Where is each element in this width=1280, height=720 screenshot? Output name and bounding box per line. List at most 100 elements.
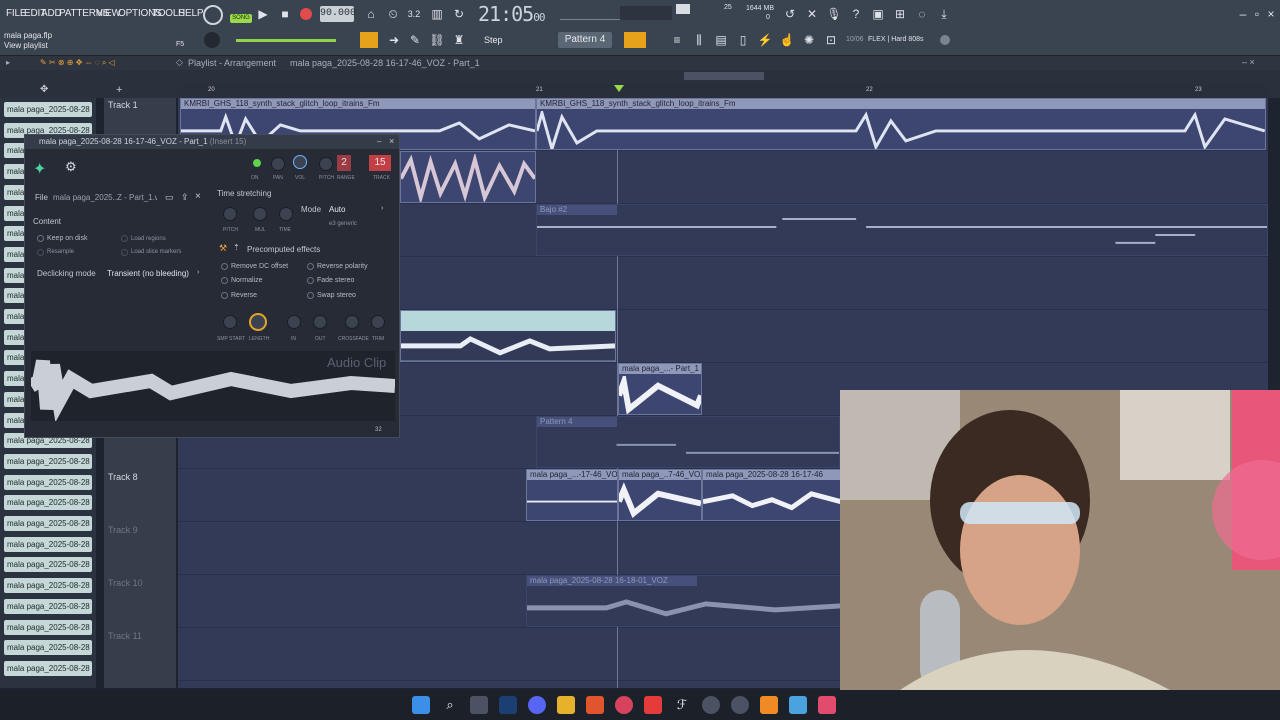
tool-icons[interactable]: ✎ ✂ ⊗ ⊕ ✥ ⇔ ◌ ⌕ ◁ — [40, 58, 115, 68]
master-volume-slider[interactable] — [236, 39, 336, 42]
playlist-nav-icon[interactable]: ◇ — [176, 57, 183, 68]
clip-voz-a[interactable]: mala paga_...-17-46_VOZ — [526, 469, 618, 521]
link-icon[interactable]: ⛓ — [428, 31, 446, 49]
tf-icon[interactable]: ℱ — [673, 696, 691, 714]
browser-item[interactable]: mala paga_2025-08-28 — [4, 619, 92, 635]
playlist-close-icons[interactable]: – × — [1242, 57, 1255, 67]
on-led[interactable] — [253, 159, 261, 167]
browser-item[interactable]: mala paga_2025-08-28 — [4, 516, 92, 531]
playlist-scrollbar[interactable] — [684, 72, 764, 80]
notes-icon[interactable] — [789, 696, 807, 714]
stamp-icon[interactable]: ♜ — [450, 31, 468, 49]
add-track-icon[interactable]: + — [116, 84, 122, 96]
track-8-label[interactable]: Track 8 — [108, 472, 138, 482]
swap-stereo-radio[interactable] — [307, 292, 314, 299]
file-close-icon[interactable]: × — [195, 191, 201, 202]
metronome-icon[interactable]: ⌂ — [362, 5, 380, 23]
mode-arrow-icon[interactable]: › — [381, 205, 383, 212]
pat-song-toggle[interactable] — [203, 5, 223, 25]
browser-item[interactable]: mala paga_2025-08-28 — [4, 578, 92, 594]
playlist-snap-icon[interactable]: ✥ — [40, 84, 48, 95]
refresh-icon[interactable]: ↺ — [781, 5, 799, 23]
app-icon[interactable] — [615, 696, 633, 714]
piano-roll-icon[interactable] — [360, 32, 378, 48]
tempo-tap-icon[interactable]: ✺ — [800, 31, 818, 49]
file-name[interactable]: mala paga_2025..Z - Part_1.wav — [53, 193, 157, 202]
wrench-icon[interactable]: ⚙ — [65, 159, 77, 175]
tempo-display[interactable]: 90.000 — [320, 6, 356, 22]
save-icon[interactable]: ▣ — [869, 5, 887, 23]
wait-input-icon[interactable]: ⏲ — [384, 5, 402, 23]
loop-record-icon[interactable]: ↻ — [450, 5, 468, 23]
pan-knob[interactable] — [271, 157, 285, 171]
play-icon[interactable]: ▶ — [254, 5, 272, 23]
clip-synth-b[interactable]: KMRBI_GHS_118_synth_stack_glitch_loop_it… — [536, 98, 1266, 150]
track-11-label[interactable]: Track 11 — [108, 631, 142, 641]
obs-icon[interactable] — [818, 696, 836, 714]
reverse-polarity-radio[interactable] — [307, 263, 314, 270]
browser-item[interactable]: mala paga_2025-08-28 — [4, 640, 92, 656]
track-10-label[interactable]: Track 10 — [108, 578, 143, 588]
browser-icon[interactable]: ▯ — [734, 31, 752, 49]
touch-icon[interactable]: ☝ — [778, 31, 796, 49]
song-mode-label[interactable]: SONG — [230, 14, 252, 23]
fade-stereo-radio[interactable] — [307, 277, 314, 284]
media-icon[interactable] — [644, 696, 662, 714]
chat-icon[interactable]: ◌ — [913, 5, 931, 23]
download-icon[interactable]: ⤓ — [935, 5, 953, 23]
normalize-radio[interactable] — [221, 277, 228, 284]
start-icon[interactable] — [412, 696, 430, 714]
browser-item[interactable]: mala paga_2025-08-28 — [4, 495, 92, 511]
browser-item[interactable]: mala paga_2025-08-28 — [4, 474, 92, 490]
menu-help[interactable]: HELP — [178, 8, 204, 19]
load-slice-markers-radio[interactable] — [121, 249, 128, 256]
declicking-arrow-icon[interactable]: › — [197, 269, 199, 276]
settings-icon[interactable] — [940, 35, 950, 45]
cart-icon[interactable]: ⊡ — [822, 31, 840, 49]
playlist-menu-icon[interactable]: ▸ — [6, 58, 10, 67]
browser-item[interactable]: mala paga_2025-08-28 — [4, 536, 92, 552]
brave-icon[interactable] — [586, 696, 604, 714]
clip-bajo[interactable]: Bajo #2 — [536, 204, 1268, 256]
clip-part1[interactable]: mala paga_...- Part_1 — [618, 363, 702, 415]
close-icon[interactable]: × — [1262, 5, 1280, 23]
gamepad-icon[interactable] — [702, 696, 720, 714]
microphone-icon[interactable]: 🎙 — [825, 5, 843, 23]
arrow-right-icon[interactable]: ➜ — [385, 31, 403, 49]
reverse-radio[interactable] — [221, 292, 228, 299]
resample-radio[interactable] — [37, 249, 44, 256]
share-icon[interactable]: ⇪ — [181, 192, 189, 203]
track-1-label[interactable]: Track 1 — [108, 100, 138, 110]
xbox-icon[interactable] — [731, 696, 749, 714]
plugin-picker-icon[interactable] — [624, 32, 646, 48]
record-icon[interactable] — [300, 8, 312, 20]
fl-studio-icon[interactable] — [760, 696, 778, 714]
plugin-name[interactable]: FLEX | Hard 808s — [868, 36, 924, 43]
clip-voz-d[interactable]: mala paga_2025-08-28 16-18-01_VOZ — [526, 575, 842, 627]
steam-icon[interactable] — [499, 696, 517, 714]
declicking-select[interactable]: Transient (no bleeding) — [107, 269, 189, 278]
mixer-icon[interactable]: ✕ — [803, 5, 821, 23]
crossfade-knob[interactable] — [345, 315, 359, 329]
clip-vocal-chops[interactable] — [400, 151, 536, 203]
clip-pattern4[interactable]: Pattern 4 — [536, 416, 840, 468]
browser-item[interactable]: mala paga_2025-08-28 — [4, 453, 92, 469]
mode-select[interactable]: Auto — [329, 205, 345, 214]
ts-pitch-knob[interactable] — [223, 207, 237, 221]
draw-tool-icon[interactable]: ✎ — [406, 31, 424, 49]
search-icon[interactable]: ⌕ — [441, 696, 459, 714]
trim-knob[interactable] — [371, 315, 385, 329]
ts-mul-knob[interactable] — [253, 207, 267, 221]
vol-knob[interactable] — [293, 155, 307, 169]
mixer-view-icon[interactable]: ⫼ — [690, 31, 708, 49]
plug-icon[interactable]: ⚡ — [756, 31, 774, 49]
stop-icon[interactable]: ■ — [276, 5, 294, 23]
sample-preview[interactable]: Audio Clip 32 — [27, 351, 396, 433]
snap-selector[interactable]: Step — [484, 33, 530, 47]
in-knob[interactable] — [287, 315, 301, 329]
browser-item[interactable]: mala paga_2025-08-28 — [4, 598, 92, 614]
cs-minimize-icon[interactable]: – — [377, 137, 381, 146]
song-position-display[interactable]: 21:0500 — [478, 2, 552, 28]
master-pitch-slider[interactable] — [560, 10, 620, 20]
discord-icon[interactable] — [528, 696, 546, 714]
